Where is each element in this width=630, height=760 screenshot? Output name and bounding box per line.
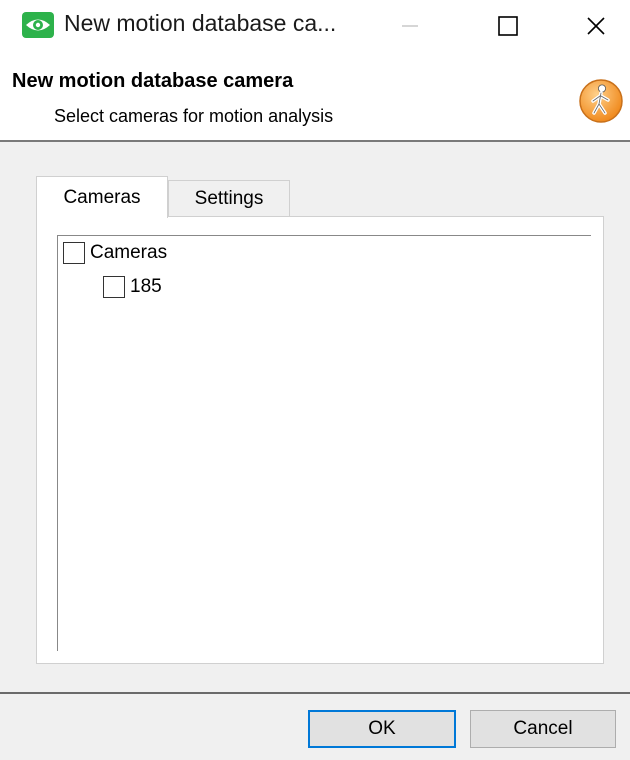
title-bar: New motion database ca... [0,0,630,56]
maximize-icon [498,16,518,36]
minimize-icon [402,25,418,27]
tree-item-185[interactable]: 185 [103,276,162,298]
walking-person-icon [579,79,623,123]
minimize-button[interactable] [380,0,440,52]
maximize-button[interactable] [478,0,538,52]
tree-item-cameras[interactable]: Cameras [63,242,167,264]
close-icon [587,17,605,35]
page-title: New motion database camera [12,70,294,92]
tree-item-label: 185 [130,276,162,297]
cameras-checkbox[interactable] [63,242,85,264]
cancel-button[interactable]: Cancel [470,710,616,748]
ok-button[interactable]: OK [308,710,456,748]
window-title: New motion database ca... [64,10,337,36]
cameras-tab-panel: Cameras 185 [36,216,604,664]
page-subtitle: Select cameras for motion analysis [54,106,334,126]
tab-settings[interactable]: Settings [168,180,290,216]
camera-185-checkbox[interactable] [103,276,125,298]
tab-cameras[interactable]: Cameras [36,176,168,218]
wizard-header: New motion database camera Select camera… [0,56,630,140]
close-button[interactable] [566,0,626,52]
tree-item-label: Cameras [90,242,168,263]
content-area: Settings Cameras Cameras 185 [0,142,630,692]
dialog-footer: OK Cancel [0,694,630,760]
camera-tree[interactable]: Cameras 185 [57,235,591,651]
eye-icon [22,12,54,38]
